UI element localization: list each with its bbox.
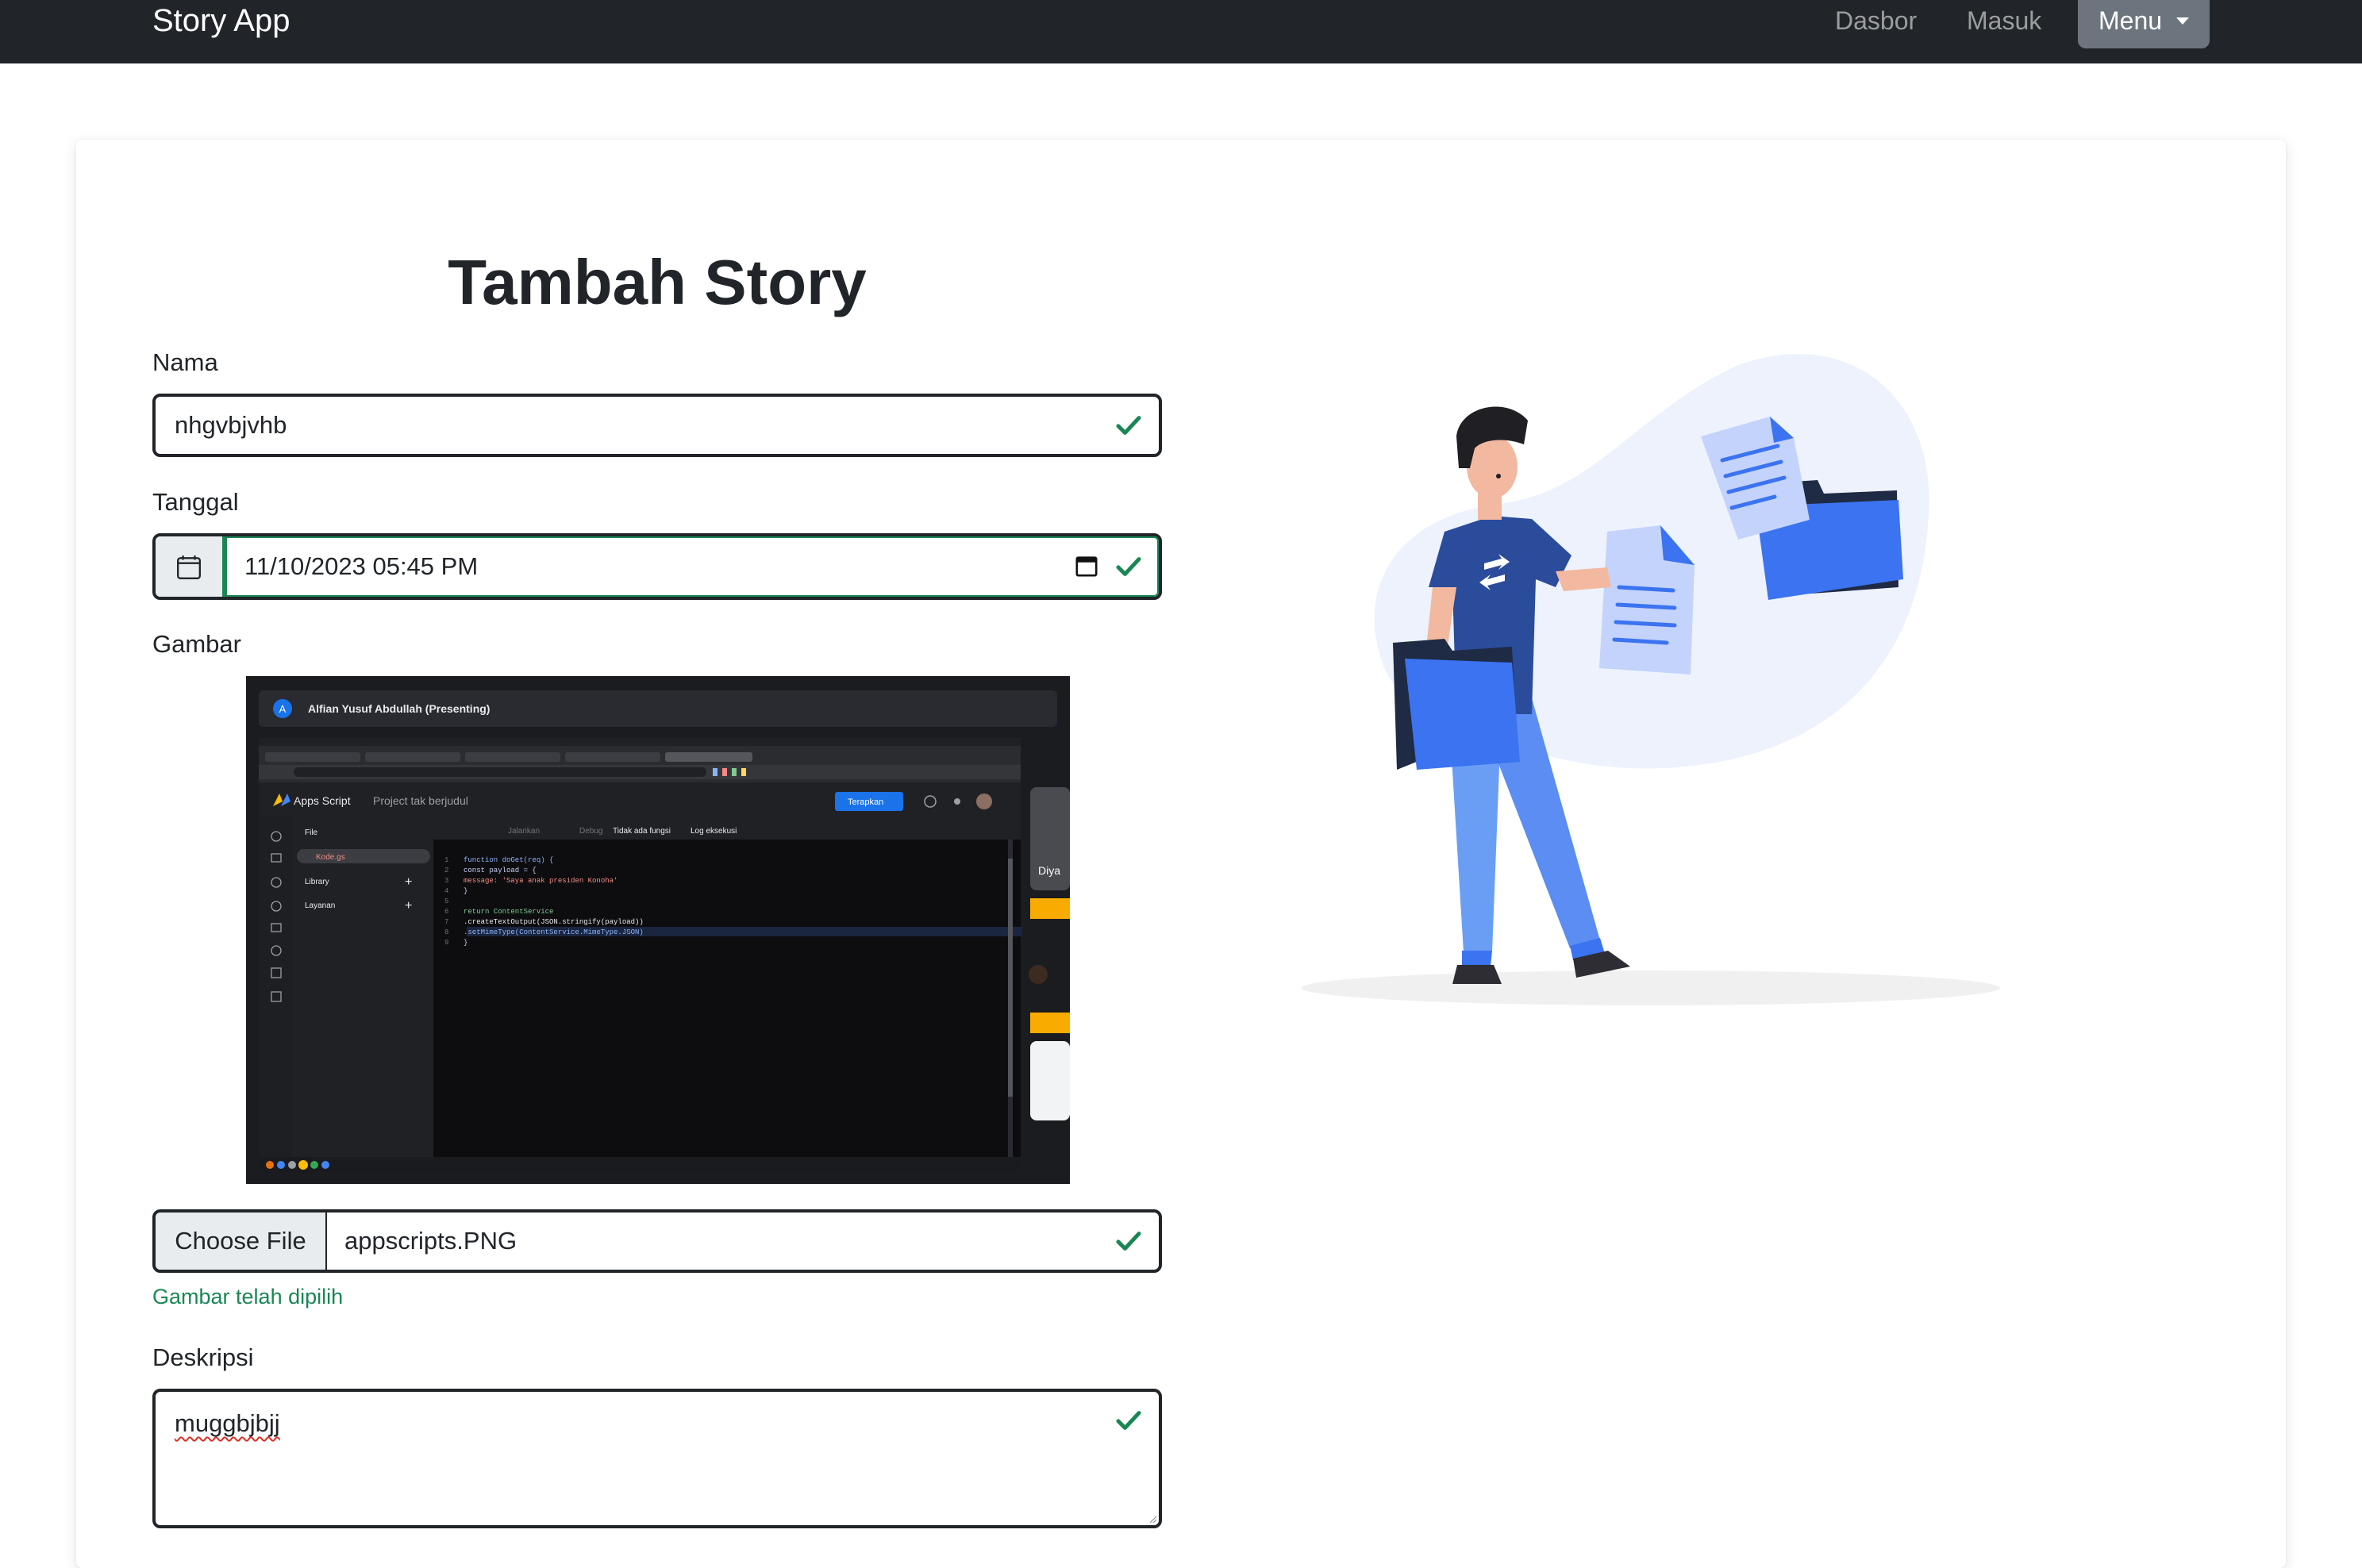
caret-down-icon — [2176, 17, 2189, 25]
code-line-1: function doGet(req) { — [464, 856, 553, 864]
deskripsi-textarea[interactable]: muggbjbjj — [152, 1389, 1162, 1528]
page-title: Tambah Story — [448, 247, 867, 317]
toolbar-run: Jalankan — [508, 827, 540, 836]
calendar-addon — [156, 536, 225, 597]
file-valid-feedback: Gambar telah dipilih — [152, 1285, 344, 1309]
code-line-6: return ContentService — [464, 908, 553, 916]
sidebar-library: Library — [305, 878, 329, 886]
code-line-7: .createTextOutput(JSON.stringify(payload… — [464, 918, 644, 926]
svg-text:4: 4 — [444, 887, 448, 895]
tanggal-label: Tanggal — [152, 488, 239, 516]
valid-check-icon — [1116, 416, 1141, 435]
svg-text:5: 5 — [444, 897, 448, 905]
code-line-8: .setMimeType(ContentService.MimeType.JSO… — [464, 928, 644, 936]
file-input[interactable]: Choose File appscripts.PNG — [152, 1209, 1162, 1273]
svg-text:1: 1 — [444, 856, 448, 864]
deskripsi-label: Deskripsi — [152, 1343, 254, 1371]
toolbar-debug: Debug — [579, 827, 602, 836]
deskripsi-value: muggbjbjj — [175, 1409, 280, 1437]
gambar-label: Gambar — [152, 630, 241, 658]
tanggal-input-group: 11/10/2023 05:45 PM — [152, 533, 1162, 600]
valid-check-icon — [1116, 1232, 1141, 1251]
nama-label: Nama — [152, 348, 218, 376]
valid-check-icon — [1116, 557, 1141, 576]
sidebar-services: Layanan — [305, 901, 335, 910]
svg-text:+: + — [405, 875, 412, 889]
svg-text:9: 9 — [444, 939, 448, 947]
preview-screenshot: A Alfian Yusuf Abdullah (Presenting) App… — [246, 676, 1070, 1184]
toolbar-function: Tidak ada fungsi — [613, 827, 671, 836]
code-line-4: } — [464, 887, 467, 895]
nama-value: nhgvbjvhb — [175, 411, 287, 439]
code-line-9: } — [464, 939, 467, 947]
deploy-button: Terapkan — [848, 797, 883, 807]
project-name: Project tak berjudul — [373, 794, 468, 807]
svg-text:6: 6 — [444, 908, 448, 916]
participant-name: Diya — [1038, 864, 1060, 877]
nama-input[interactable]: nhgvbjvhb — [152, 394, 1162, 457]
svg-text:8: 8 — [444, 928, 448, 936]
svg-text:+: + — [405, 899, 412, 913]
svg-text:2: 2 — [444, 867, 448, 874]
presenter-label: Alfian Yusuf Abdullah (Presenting) — [308, 702, 490, 715]
tanggal-value: 11/10/2023 05:45 PM — [244, 552, 479, 580]
code-line-2: const payload = { — [464, 867, 537, 874]
svg-text:A: A — [279, 703, 287, 715]
sidebar-file: Kode.gs — [316, 853, 345, 862]
code-line-3: message: 'Saya anak presiden Konoha' — [464, 877, 617, 885]
app-name: Apps Script — [294, 794, 351, 807]
image-preview: A Alfian Yusuf Abdullah (Presenting) App… — [246, 676, 1070, 1184]
nav-link-dasbor[interactable]: Dasbor — [1835, 0, 1917, 41]
valid-check-icon — [1116, 1411, 1141, 1430]
menu-label: Menu — [2098, 6, 2163, 35]
calendar-icon — [177, 555, 201, 579]
toolbar-log: Log eksekusi — [691, 827, 737, 836]
choose-file-button[interactable]: Choose File — [156, 1213, 327, 1270]
tanggal-input[interactable]: 11/10/2023 05:45 PM — [225, 536, 1159, 597]
navbar: Story App Dasbor Masuk Menu — [0, 0, 2362, 63]
menu-dropdown-button[interactable]: Menu — [2078, 0, 2210, 48]
sidebar-file-header: File — [305, 828, 318, 837]
brand-link[interactable]: Story App — [152, 0, 290, 41]
upload-illustration — [1302, 354, 2000, 1005]
datepicker-icon[interactable] — [1075, 554, 1098, 578]
file-name: appscripts.PNG — [344, 1227, 517, 1255]
svg-text:3: 3 — [444, 877, 448, 885]
resize-handle-icon[interactable] — [1148, 1514, 1157, 1524]
svg-text:7: 7 — [444, 918, 448, 926]
nav-link-masuk[interactable]: Masuk — [1967, 0, 2041, 41]
